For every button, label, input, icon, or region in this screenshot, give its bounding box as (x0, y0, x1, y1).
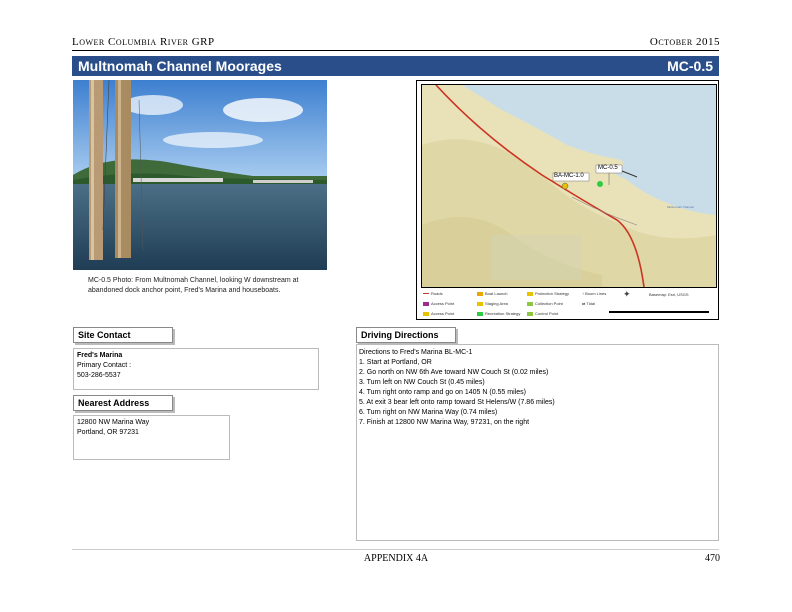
direction-line: 4. Turn right onto ramp and go on 1405 N… (359, 389, 526, 396)
nearest-address-box: 12800 NW Marina Way Portland, OR 97231 (73, 415, 230, 460)
legend-swatch (477, 301, 483, 306)
contact-phone: 503-286-5537 (77, 372, 121, 379)
page-number: 470 (705, 553, 720, 564)
legend-item: Boat Launch (477, 291, 507, 296)
site-contact-box: Fred's Marina Primary Contact : 503-286-… (73, 348, 319, 390)
legend-swatch (527, 291, 533, 296)
legend-swatch (527, 311, 533, 316)
site-photo (73, 80, 327, 270)
contact-primary: Primary Contact : (77, 362, 132, 369)
header-rule (72, 50, 719, 51)
address-line-1: 12800 NW Marina Way (77, 419, 150, 426)
footer-appendix: APPENDIX 4A (363, 553, 429, 564)
legend-swatch (527, 301, 533, 306)
title-bar: Multnomah Channel Moorages MC-0.5 (72, 56, 719, 76)
driving-directions-box: Directions to Fred's Marina BL-MC-1 1. S… (356, 344, 719, 541)
report-header-date: October 2015 (649, 36, 720, 48)
north-arrow-icon: ✦ (623, 289, 631, 299)
arrow-up-icon: ↑ (582, 291, 584, 296)
photo-caption: MC-0.5 Photo: From Multnomah Channel, lo… (88, 277, 299, 294)
legend-swatch (477, 311, 483, 316)
map-label-site: MC-0.5 (598, 165, 618, 171)
nearest-address-label: Nearest Address (73, 395, 173, 411)
legend-item: Control Point (527, 311, 558, 316)
direction-line: 2. Go north on NW 6th Ave toward NW Couc… (359, 369, 549, 376)
direction-line: 1. Start at Portland, OR (359, 359, 432, 366)
map-frame[interactable]: BA-MC-1.0 MC-0.5 Multnomah Channel (421, 84, 717, 288)
legend-swatch (423, 301, 429, 306)
arrow-right-icon: ⇄ (582, 301, 586, 306)
report-header-left: Lower Columbia River GRP (72, 36, 215, 48)
site-map[interactable]: BA-MC-1.0 MC-0.5 Multnomah Channel Roads… (416, 80, 719, 320)
legend-swatch (477, 291, 483, 296)
map-source: Basemap: Esri, USGS (649, 292, 689, 297)
page-title: Multnomah Channel Moorages (78, 58, 282, 74)
legend-item: Access Point (423, 301, 454, 306)
footer-rule (72, 549, 719, 550)
legend-item: Recreation Strategy (477, 311, 520, 316)
map-label-water: Multnomah Channel (667, 205, 694, 209)
direction-line: 5. At exit 3 bear left onto ramp toward … (359, 399, 555, 406)
map-label-ba: BA-MC-1.0 (554, 173, 584, 179)
direction-line: 7. Finish at 12800 NW Marina Way, 97231,… (359, 419, 530, 426)
scale-bar (609, 311, 709, 313)
legend-swatch (423, 311, 429, 316)
legend-item: ⇄ Tidal (582, 301, 595, 306)
legend-item: Access Point (423, 311, 454, 316)
legend-item: Protection Strategy (527, 291, 569, 296)
legend-item: Roads (423, 291, 443, 296)
site-code: MC-0.5 (667, 58, 713, 74)
direction-line: 6. Turn right on NW Marina Way (0.74 mil… (359, 409, 498, 416)
address-line-2: Portland, OR 97231 (77, 429, 139, 436)
direction-line: 3. Turn left on NW Couch St (0.45 miles) (359, 379, 485, 386)
legend-swatch (423, 293, 429, 295)
contact-name: Fred's Marina (77, 352, 123, 359)
legend-item: Collection Point (527, 301, 563, 306)
legend-item: Staging Area (477, 301, 508, 306)
direction-line: Directions to Fred's Marina BL-MC-1 (359, 349, 473, 356)
site-contact-label: Site Contact (73, 327, 173, 343)
legend-item: ↑ Boom Lines (582, 291, 607, 296)
driving-directions-label: Driving Directions (356, 327, 456, 343)
